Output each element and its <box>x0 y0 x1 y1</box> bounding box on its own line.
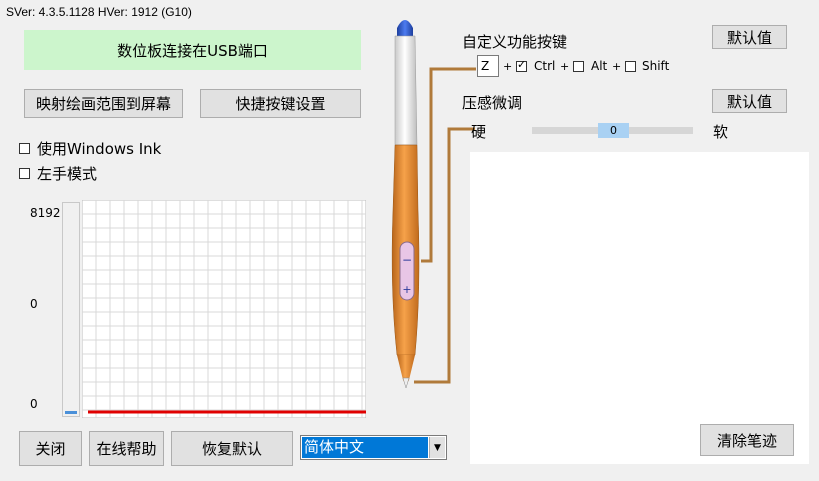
pressure-tune-title: 压感微调 <box>462 94 523 112</box>
pressure-bar-track <box>62 202 80 417</box>
drawing-test-area[interactable] <box>470 152 809 464</box>
alt-label: Alt <box>591 59 608 73</box>
chevron-down-icon[interactable]: ▼ <box>429 437 445 458</box>
plus-sign-2: + <box>560 60 570 73</box>
shift-checkbox[interactable] <box>625 61 636 72</box>
windows-ink-checkbox[interactable] <box>19 143 30 154</box>
version-text: SVer: 4.3.5.1128 HVer: 1912 (G10) <box>6 5 192 19</box>
ctrl-checkbox[interactable] <box>516 58 527 72</box>
pressure-curve-grid <box>82 200 366 418</box>
pressure-max-label: 8192 <box>30 206 61 220</box>
clear-strokes-button[interactable]: 清除笔迹 <box>700 424 794 456</box>
plus-sign-1: + <box>503 60 513 73</box>
pressure-mid-label: 0 <box>30 297 38 311</box>
pressure-slider-thumb[interactable]: 0 <box>598 123 629 138</box>
language-select-value: 简体中文 <box>301 436 429 459</box>
map-to-screen-button[interactable]: 映射绘画范围到屏幕 <box>24 89 183 118</box>
custom-key-title: 自定义功能按键 <box>462 33 568 51</box>
close-button[interactable]: 关闭 <box>19 431 82 466</box>
hard-label: 硬 <box>471 123 487 141</box>
pressure-bar-fill <box>65 411 77 414</box>
default-value-button-1[interactable]: 默认值 <box>712 25 787 49</box>
windows-ink-label: 使用Windows Ink <box>37 140 162 158</box>
plus-sign-3: + <box>612 60 622 73</box>
soft-label: 软 <box>713 123 729 141</box>
shift-label: Shift <box>642 59 670 73</box>
restore-default-button[interactable]: 恢复默认 <box>171 431 293 466</box>
connection-status-text: 数位板连接在USB端口 <box>117 41 268 60</box>
pressure-min-label: 0 <box>30 397 38 411</box>
default-value-button-2[interactable]: 默认值 <box>712 89 787 113</box>
online-help-button[interactable]: 在线帮助 <box>89 431 164 466</box>
ctrl-label: Ctrl <box>534 59 556 73</box>
language-select[interactable]: 简体中文 ▼ <box>300 435 447 460</box>
left-hand-label: 左手模式 <box>37 165 98 183</box>
alt-checkbox[interactable] <box>573 61 584 72</box>
shortcut-settings-button[interactable]: 快捷按键设置 <box>200 89 361 118</box>
connection-status-banner: 数位板连接在USB端口 <box>24 30 361 70</box>
custom-key-input[interactable]: Z <box>477 55 499 77</box>
left-hand-checkbox[interactable] <box>19 168 30 179</box>
